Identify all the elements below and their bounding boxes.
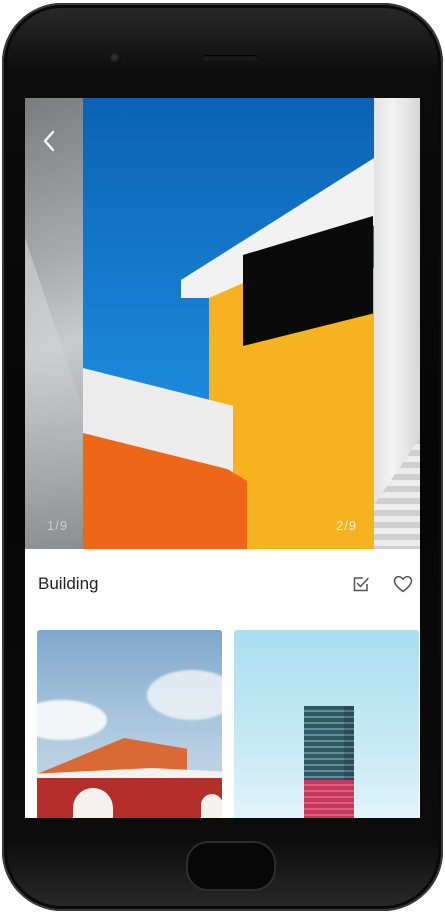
previous-wallpaper-slide[interactable] <box>25 98 83 549</box>
home-button[interactable] <box>186 841 276 891</box>
current-slide-counter: 2/9 <box>336 518 358 533</box>
heart-icon <box>393 575 413 593</box>
slide-shade <box>25 238 83 549</box>
wallpaper-title: Building <box>38 574 99 593</box>
previous-slide-counter: 1/9 <box>47 518 69 533</box>
chevron-left-icon <box>43 130 55 152</box>
apply-button[interactable] <box>350 573 372 595</box>
related-wallpaper-card[interactable] <box>37 630 222 818</box>
earpiece-speaker <box>202 55 258 61</box>
current-wallpaper-slide[interactable] <box>83 98 374 549</box>
house-roof <box>37 738 187 774</box>
stairs <box>374 438 420 549</box>
checkbox-icon <box>353 577 369 592</box>
favorite-button[interactable] <box>392 573 414 595</box>
tower-base <box>304 780 354 818</box>
house-window <box>201 794 222 818</box>
next-wallpaper-slide[interactable] <box>374 98 420 549</box>
front-camera <box>110 53 121 64</box>
cloud <box>37 700 107 740</box>
wallpaper-carousel[interactable]: 1/9 2/9 <box>25 98 420 549</box>
screen: 1/9 2/9 Building <box>25 98 420 818</box>
back-button[interactable] <box>37 128 61 154</box>
related-wallpaper-card[interactable] <box>234 630 419 818</box>
house-wall <box>37 778 222 818</box>
cloud <box>147 670 222 720</box>
